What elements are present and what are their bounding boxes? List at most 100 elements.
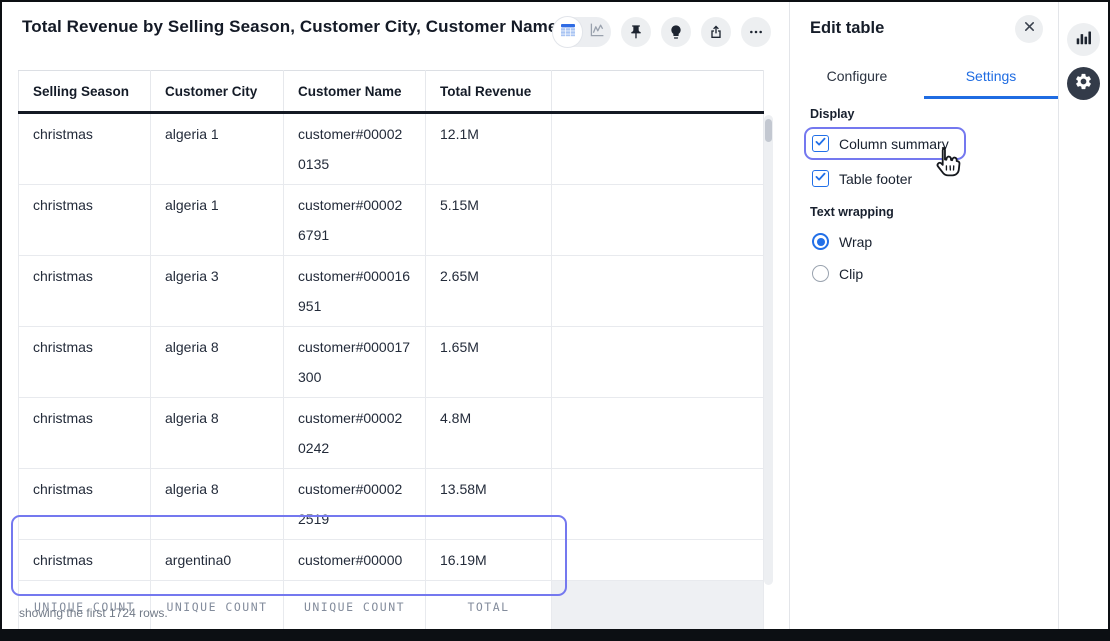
column-header-selling-season[interactable]: Selling Season xyxy=(19,71,151,113)
summary-cell-empty[interactable] xyxy=(552,581,764,630)
cell-city[interactable]: algeria 1 xyxy=(151,113,284,185)
chart-view-button[interactable] xyxy=(582,17,611,47)
cell-season[interactable]: christmas xyxy=(19,398,151,469)
summary-aggregate-label: TOTAL xyxy=(426,581,551,622)
summary-cell[interactable]: UNIQUE COUNT 1.18K xyxy=(284,581,425,629)
table-row: christmas algeria 1 customer#00002 6791 … xyxy=(19,185,764,256)
wrap-label: Wrap xyxy=(839,234,872,250)
view-toggle xyxy=(553,17,611,47)
cell-season[interactable]: christmas xyxy=(19,469,151,540)
cell-season[interactable]: christmas xyxy=(19,113,151,185)
cell-city[interactable]: algeria 8 xyxy=(151,327,284,398)
explore-button[interactable] xyxy=(661,17,691,47)
cell-customer[interactable]: customer#00002 2519 xyxy=(284,469,426,540)
text-wrapping-section-heading: Text wrapping xyxy=(810,205,894,219)
cell-season[interactable]: christmas xyxy=(19,256,151,327)
table-header-row: Selling Season Customer City Customer Na… xyxy=(19,71,764,113)
cell-revenue[interactable]: 16.19M xyxy=(426,540,552,581)
cell-revenue[interactable]: 13.58M xyxy=(426,469,552,540)
lightbulb-icon xyxy=(668,24,684,40)
clip-label: Clip xyxy=(839,266,863,282)
cell-empty[interactable] xyxy=(552,327,764,398)
more-icon xyxy=(748,24,764,40)
gear-icon xyxy=(1074,72,1093,96)
cell-revenue[interactable]: 5.15M xyxy=(426,185,552,256)
app-window: Total Revenue by Selling Season, Custome… xyxy=(2,2,1108,629)
edit-table-panel: Edit table Configure Settings Display Co… xyxy=(790,2,1058,629)
table-view-button[interactable] xyxy=(553,17,582,47)
summary-value: 18.05B xyxy=(426,622,551,629)
cell-customer[interactable]: customer#000016 951 xyxy=(284,256,426,327)
close-panel-button[interactable] xyxy=(1015,15,1043,43)
cell-revenue[interactable]: 4.8M xyxy=(426,398,552,469)
element-toolbar xyxy=(553,17,771,47)
check-icon xyxy=(814,170,827,188)
cell-city[interactable]: algeria 3 xyxy=(151,256,284,327)
cell-empty[interactable] xyxy=(552,256,764,327)
table-row: christmas algeria 8 customer#00002 2519 … xyxy=(19,469,764,540)
column-header-total-revenue[interactable]: Total Revenue xyxy=(426,71,552,113)
table-footer-option[interactable]: Table footer xyxy=(812,170,912,187)
share-button[interactable] xyxy=(701,17,731,47)
column-summary-option[interactable]: Column summary xyxy=(812,135,949,152)
cell-empty[interactable] xyxy=(552,540,764,581)
table-footer-checkbox[interactable] xyxy=(812,170,829,187)
cell-season[interactable]: christmas xyxy=(19,185,151,256)
column-header-customer-city[interactable]: Customer City xyxy=(151,71,284,113)
table-scrollbar[interactable] xyxy=(764,115,773,585)
wrap-option[interactable]: Wrap xyxy=(812,233,872,250)
wrap-radio[interactable] xyxy=(812,233,829,250)
side-icon-strip xyxy=(1058,2,1107,629)
column-header-empty[interactable] xyxy=(552,71,764,113)
cell-empty[interactable] xyxy=(552,469,764,540)
cell-customer[interactable]: customer#00000 xyxy=(284,540,426,581)
cell-customer[interactable]: customer#00002 0135 xyxy=(284,113,426,185)
cell-city[interactable]: argentina0 xyxy=(151,540,284,581)
cell-revenue[interactable]: 2.65M xyxy=(426,256,552,327)
table-row: christmas argentina0 customer#00000 16.1… xyxy=(19,540,764,581)
element-properties-button[interactable] xyxy=(1067,23,1100,56)
settings-button[interactable] xyxy=(1067,67,1100,100)
summary-value: 1.18K xyxy=(284,622,425,629)
panel-tabs: Configure Settings xyxy=(790,60,1058,99)
cell-customer[interactable]: customer#00002 6791 xyxy=(284,185,426,256)
table-scrollbar-thumb[interactable] xyxy=(765,119,772,142)
cell-city[interactable]: algeria 8 xyxy=(151,469,284,540)
summary-aggregate-label: UNIQUE COUNT xyxy=(284,581,425,622)
cell-revenue[interactable]: 12.1M xyxy=(426,113,552,185)
cell-empty[interactable] xyxy=(552,113,764,185)
cell-city[interactable]: algeria 1 xyxy=(151,185,284,256)
cell-empty[interactable] xyxy=(552,398,764,469)
column-summary-row: UNIQUE COUNT 5 UNIQUE COUNT 248 UNIQUE C… xyxy=(19,581,764,630)
column-summary-label: Column summary xyxy=(839,136,949,152)
cell-city[interactable]: algeria 8 xyxy=(151,398,284,469)
clip-option[interactable]: Clip xyxy=(812,265,863,282)
page-title: Total Revenue by Selling Season, Custome… xyxy=(22,17,557,37)
column-header-customer-name[interactable]: Customer Name xyxy=(284,71,426,113)
table-footer-label: Table footer xyxy=(839,171,912,187)
cell-season[interactable]: christmas xyxy=(19,327,151,398)
cell-empty[interactable] xyxy=(552,185,764,256)
summary-value: 248 xyxy=(151,622,283,629)
summary-cell[interactable]: TOTAL 18.05B xyxy=(426,581,551,629)
more-button[interactable] xyxy=(741,17,771,47)
cell-customer[interactable]: customer#00002 0242 xyxy=(284,398,426,469)
share-icon xyxy=(708,24,724,40)
table-row: christmas algeria 8 customer#00002 0242 … xyxy=(19,398,764,469)
chart-view-icon xyxy=(589,22,605,43)
table-row: christmas algeria 3 customer#000016 951 … xyxy=(19,256,764,327)
pin-button[interactable] xyxy=(621,17,651,47)
tab-settings[interactable]: Settings xyxy=(924,60,1058,99)
bar-chart-icon xyxy=(1075,29,1092,51)
tab-configure[interactable]: Configure xyxy=(790,60,924,99)
clip-radio[interactable] xyxy=(812,265,829,282)
summary-cell[interactable]: UNIQUE COUNT 248 xyxy=(151,581,283,629)
column-summary-checkbox[interactable] xyxy=(812,135,829,152)
table-view-icon xyxy=(560,22,576,43)
cell-season[interactable]: christmas xyxy=(19,540,151,581)
cell-customer[interactable]: customer#000017 300 xyxy=(284,327,426,398)
close-icon xyxy=(1023,20,1036,38)
cell-revenue[interactable]: 1.65M xyxy=(426,327,552,398)
summary-value: 5 xyxy=(19,622,150,629)
summary-cell[interactable]: UNIQUE COUNT 5 xyxy=(19,581,150,629)
